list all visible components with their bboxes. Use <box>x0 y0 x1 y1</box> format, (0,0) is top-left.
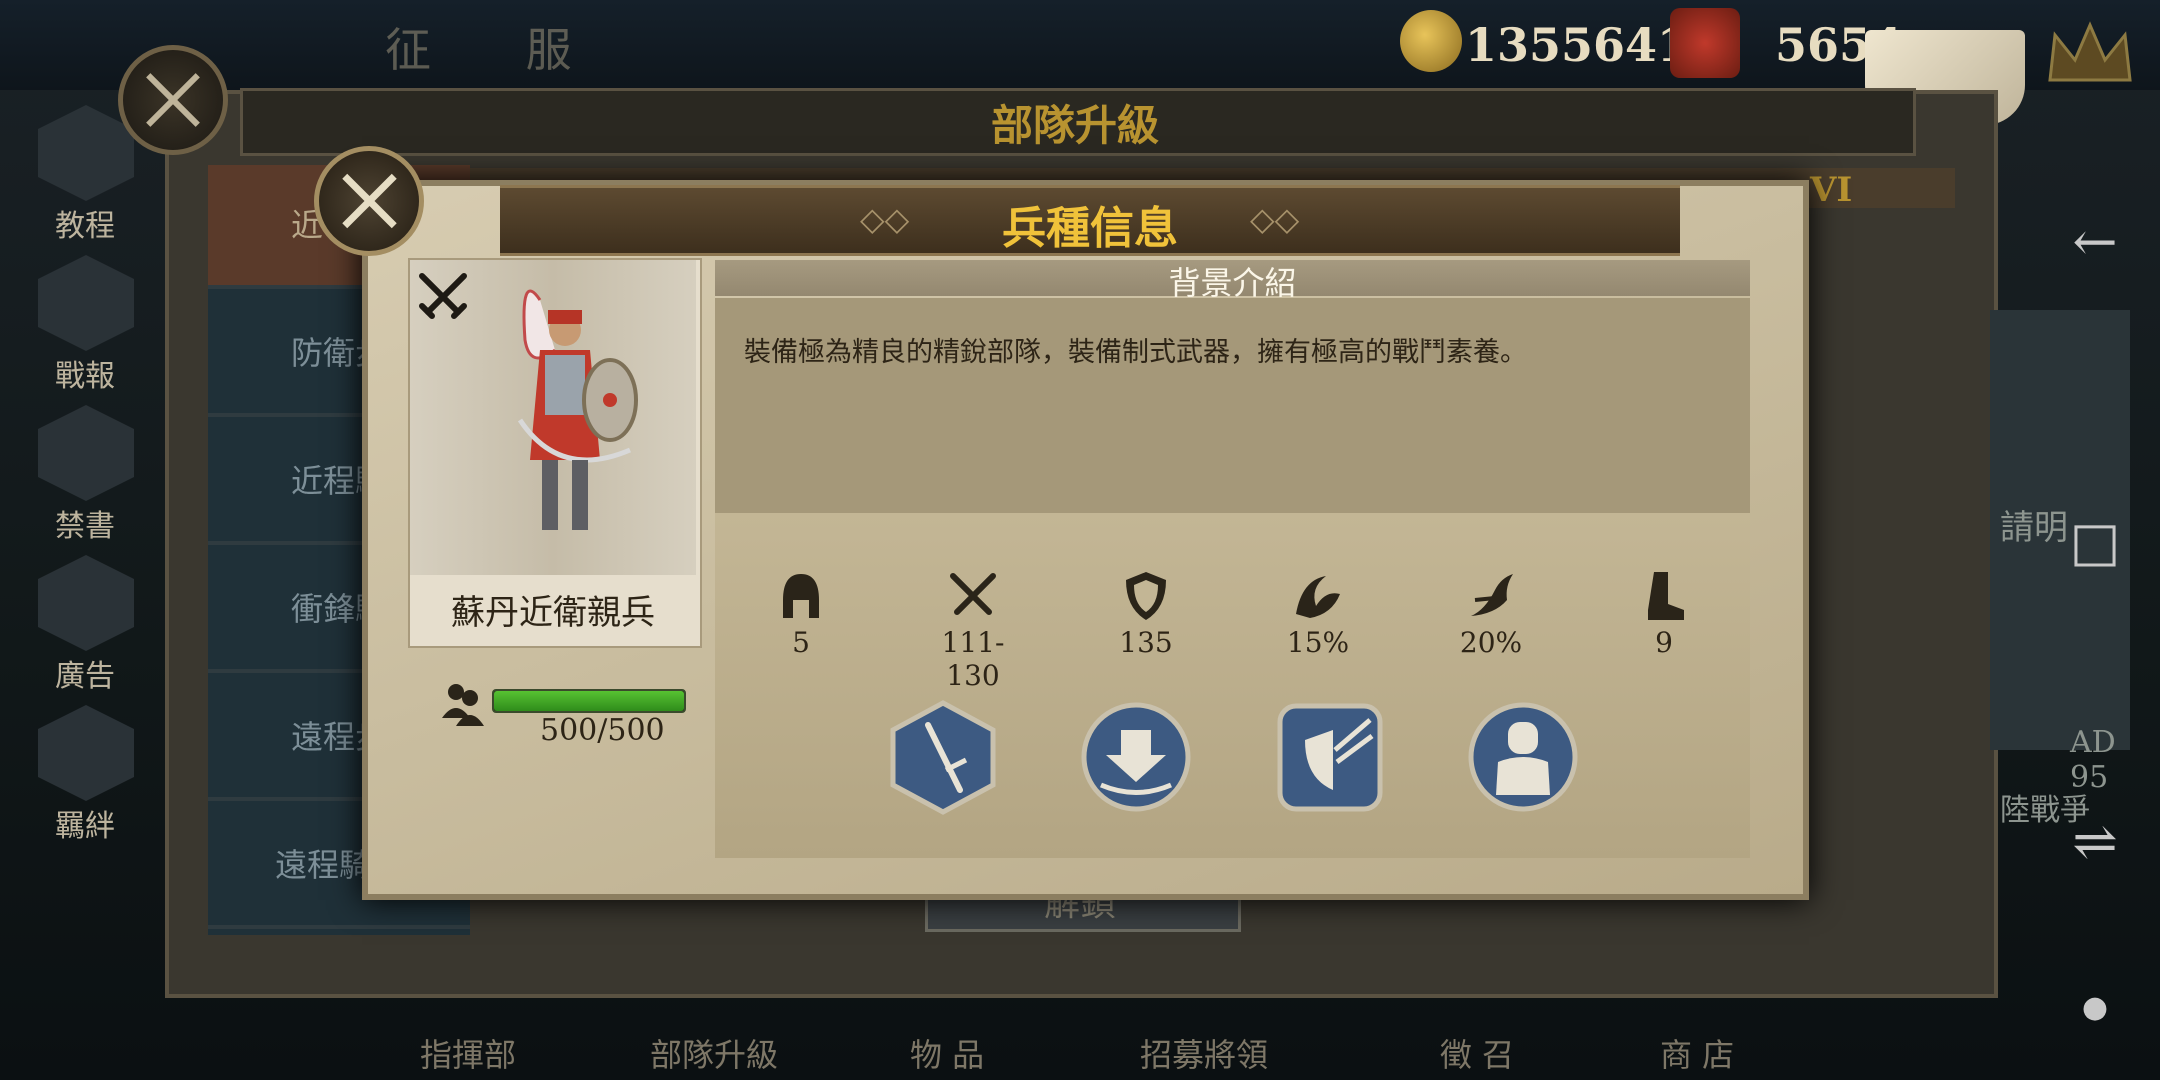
troop-capacity-fill <box>494 691 684 711</box>
home-icon[interactable]: □ <box>2060 510 2130 573</box>
troops-icon <box>442 684 484 726</box>
shield-icon <box>1126 572 1166 620</box>
stat-attack: 111-130 <box>918 570 1028 692</box>
screen-title: 征 服 <box>385 23 612 77</box>
stat-value: 135 <box>1119 626 1173 659</box>
dodge-icon <box>1296 576 1340 618</box>
outer-close-button[interactable] <box>118 45 228 155</box>
unlock-label: 請明 <box>2000 508 2068 548</box>
down-arrow-skill-icon[interactable] <box>1081 700 1191 815</box>
close-button[interactable] <box>314 146 424 256</box>
stat-crit: 20% <box>1436 570 1546 659</box>
side-menu: 教程 戰報 禁書 廣告 羈絆 <box>30 105 140 905</box>
stat-defense: 135 <box>1091 570 1201 659</box>
sword-icon <box>38 405 134 501</box>
handshake-icon <box>38 705 134 801</box>
sword-skill-icon[interactable] <box>888 700 998 815</box>
knight-skill-icon[interactable] <box>1468 700 1578 815</box>
gold-value: 1355641 <box>1465 18 1690 72</box>
swords-icon <box>950 573 996 615</box>
dot-icon: ● <box>2081 990 2109 1025</box>
bottom-nav: 指揮部 部隊升級 物 品 招募將領 徵 召 商 店 <box>380 1020 2140 1080</box>
stat-dodge: 15% <box>1263 570 1373 659</box>
film-icon <box>38 555 134 651</box>
stat-value: 5 <box>792 626 810 659</box>
unit-name: 蘇丹近衛親兵 <box>451 593 655 633</box>
tier-label[interactable]: VI <box>1810 170 1852 210</box>
stat-value: 20% <box>1459 626 1523 659</box>
stat-value: 9 <box>1655 626 1673 659</box>
modal-title: 兵種信息 <box>1002 203 1178 254</box>
troop-count: 500/500 <box>540 713 665 748</box>
crossed-swords-icon <box>419 273 467 319</box>
nav-recruit-generals[interactable]: 招募將領 <box>1140 1030 1268 1076</box>
panel-title: 部隊升級 <box>990 101 1159 150</box>
stats-area <box>715 513 1750 858</box>
crown-icon <box>2048 21 2132 82</box>
boot-icon <box>1648 572 1684 620</box>
nav-command[interactable]: 指揮部 <box>420 1030 516 1076</box>
book-icon <box>38 105 134 201</box>
nav-draft[interactable]: 徵 召 <box>1440 1030 1514 1076</box>
side-item-forbidden[interactable]: 禁書 <box>30 405 140 545</box>
side-item-tutorial[interactable]: 教程 <box>30 105 140 245</box>
background-description: 裝備極為精良的精銳部隊，裝備制式武器，擁有極高的戰鬥素養。 <box>744 337 1527 368</box>
system-nav: ← □ ⇌ ● <box>2060 200 2140 1080</box>
nav-shop[interactable]: 商 店 <box>1660 1030 1734 1076</box>
crit-icon <box>1471 574 1513 616</box>
stat-movement: 9 <box>1609 570 1719 659</box>
scroll-icon <box>38 255 134 351</box>
stat-level: 5 <box>746 570 856 659</box>
side-item-bonds[interactable]: 羈絆 <box>30 705 140 845</box>
nav-items[interactable]: 物 品 <box>910 1030 984 1076</box>
recents-icon[interactable]: ⇌ <box>2060 810 2130 873</box>
side-item-ads[interactable]: 廣告 <box>30 555 140 695</box>
stat-value: 111-130 <box>941 626 1005 692</box>
helmet-icon <box>783 574 819 618</box>
stat-value: 15% <box>1286 626 1350 659</box>
janissary-soldier-image <box>517 289 638 530</box>
troop-capacity-bar <box>492 689 686 713</box>
crest-icon <box>1670 8 1740 78</box>
nav-upgrade[interactable]: 部隊升級 <box>650 1030 778 1076</box>
shield-arrows-skill-icon[interactable] <box>1275 700 1385 815</box>
gold-coin-icon <box>1400 10 1462 72</box>
side-item-reports[interactable]: 戰報 <box>30 255 140 395</box>
back-icon[interactable]: ← <box>2060 210 2130 273</box>
